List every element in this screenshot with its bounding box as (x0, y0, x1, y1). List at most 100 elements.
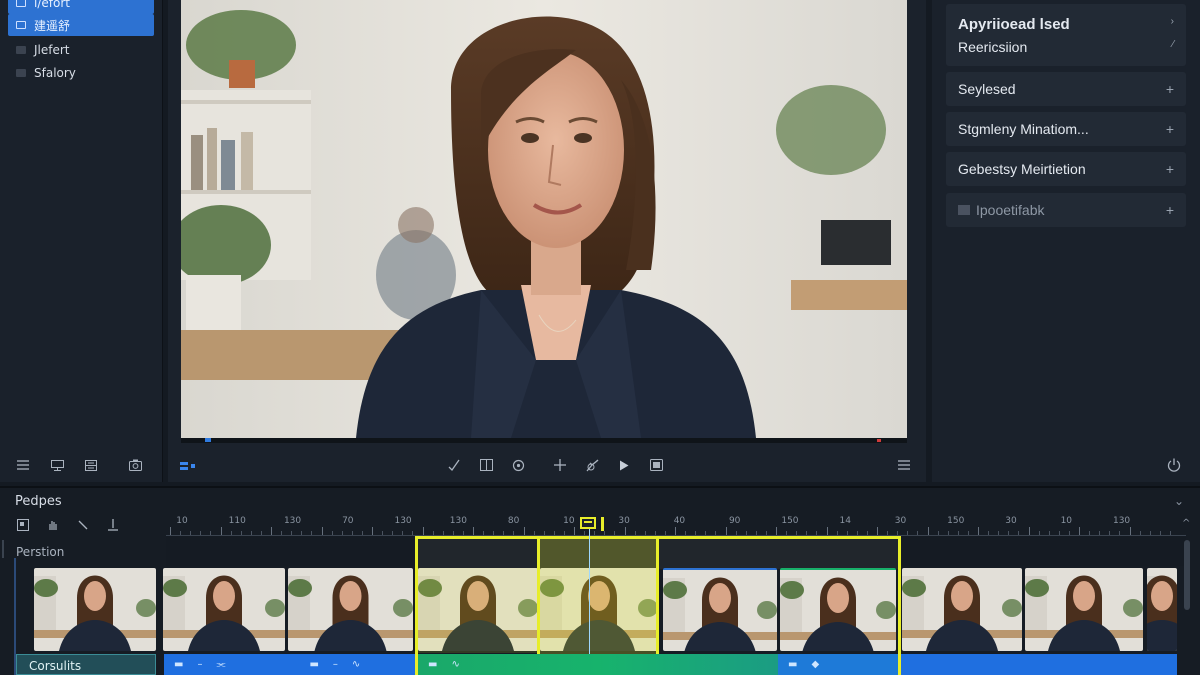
layer-icon (16, 0, 26, 7)
sidebar-item-3[interactable]: Jlefert (8, 39, 154, 61)
timeline-title: Pedpes (15, 494, 62, 509)
video-preview[interactable] (181, 0, 907, 438)
ruler-label: 130 (394, 516, 412, 526)
property-label: Ipooetifabk (976, 202, 1045, 218)
sidebar-item-label: Sfalory (34, 66, 76, 80)
property-row-1[interactable]: Seylesed + (946, 72, 1186, 106)
audio-clip-selected[interactable]: ▬ ∿ (418, 654, 778, 675)
loop-icon[interactable] (507, 456, 529, 474)
ruler-label: 130 (1112, 516, 1131, 526)
sidebar-item-4[interactable]: Sfalory (8, 62, 154, 84)
folder-icon (16, 69, 26, 77)
grid-icon[interactable] (80, 456, 102, 474)
sidebar-item-1[interactable]: l/efort (8, 0, 154, 14)
clip-thumbnail[interactable] (1025, 568, 1143, 651)
plus-icon[interactable]: + (1166, 202, 1174, 218)
menu-icon[interactable] (893, 456, 915, 474)
wave-icon: ∿ (451, 659, 460, 670)
ruler-label: 30 (894, 516, 907, 526)
ruler-label: 10 (1060, 516, 1073, 526)
property-label: Gebestsy Meirtietion (958, 161, 1086, 177)
audio-clip-3[interactable]: ▬ ◆ (778, 654, 898, 675)
clip-icon: – (332, 659, 338, 670)
clip-icon: ▬ (788, 659, 798, 670)
ruler-label: 110 (228, 516, 246, 526)
layout-toggle-icon[interactable] (180, 457, 202, 475)
ruler-label: 10 (563, 516, 575, 526)
timeline-scrollbar[interactable] (1184, 540, 1190, 610)
sidebar-item-label: 建遥舒 (34, 18, 71, 33)
playhead-marker[interactable] (205, 438, 211, 442)
clip-icon: – (197, 659, 203, 670)
crop-icon[interactable] (475, 456, 497, 474)
audio-clip-4[interactable] (901, 654, 1177, 675)
clip-icon: ▬ (309, 659, 319, 670)
monitor-icon[interactable] (46, 456, 68, 474)
sidebar-item-label: Jlefert (34, 43, 70, 57)
playback-controls (443, 456, 667, 474)
wave-icon: ∿ (351, 659, 361, 670)
trim-icon[interactable] (443, 456, 465, 474)
list-icon[interactable] (12, 456, 34, 474)
playhead-line[interactable] (589, 520, 590, 675)
ruler-label: 30 (618, 516, 630, 526)
camera-icon[interactable] (124, 456, 146, 474)
properties-header[interactable]: Apyriioead lsed › Reericsiion ⁄ (946, 4, 1186, 66)
effects-icon[interactable] (581, 456, 603, 474)
preview-scrubber[interactable] (181, 438, 907, 443)
timeline-ruler[interactable]: 10 110 130 70 130 130 80 10 30 40 90 150 14 30 150 30 10… (170, 510, 1180, 536)
marker-icon[interactable] (601, 517, 604, 531)
layer-icon (16, 21, 26, 29)
track-handle[interactable] (2, 540, 4, 558)
chevron-down-icon[interactable]: ⌄ (1174, 494, 1184, 508)
ruler-label: 10 (176, 516, 188, 526)
property-row-2[interactable]: Stgmleny Minatiom... + (946, 112, 1186, 146)
out-point-marker (877, 439, 881, 442)
clip-thumbnail[interactable] (34, 568, 156, 651)
preview-toolbar-left (180, 457, 202, 475)
folder-icon (16, 46, 26, 54)
ruler-label: 150 (947, 516, 965, 526)
play-icon[interactable] (613, 456, 635, 474)
clip-thumbnail[interactable] (288, 568, 413, 651)
property-label: Seylesed (958, 81, 1016, 97)
chevron-up-icon[interactable]: ^ (1182, 518, 1190, 529)
ruler-label: 130 (283, 516, 302, 526)
track-label: Perstion (16, 545, 65, 559)
clip-icon: ▬ (174, 659, 184, 670)
select-tool-icon[interactable] (12, 516, 34, 534)
property-row-4[interactable]: Ipooetifabk + (946, 193, 1186, 227)
clip-thumbnail[interactable] (1147, 568, 1177, 651)
clip-thumbnail[interactable] (163, 568, 285, 651)
fullscreen-icon[interactable] (645, 456, 667, 474)
ruler-label: 130 (449, 516, 467, 526)
razor-tool-icon[interactable] (72, 516, 94, 534)
power-icon[interactable] (1167, 457, 1181, 476)
audio-track-label-box[interactable]: Corsulits (16, 654, 156, 675)
plus-icon[interactable]: + (1166, 121, 1174, 137)
property-row-3[interactable]: Gebestsy Meirtietion + (946, 152, 1186, 186)
audio-clip-1[interactable]: ▬ – ⫘ ▬ – ∿ (164, 654, 415, 675)
properties-panel: Apyriioead lsed › Reericsiion ⁄ Seylesed… (932, 0, 1200, 482)
preview-toolbar-right (893, 456, 915, 474)
link-icon: ⫘ (216, 659, 226, 670)
sidebar-item-label: l/efort (34, 0, 70, 10)
expand-icon[interactable]: ⁄ (1172, 39, 1174, 55)
plus-icon[interactable]: + (1166, 81, 1174, 97)
ruler-label: 70 (342, 516, 354, 526)
selection-tint (415, 568, 539, 653)
clip-thumbnail[interactable] (902, 568, 1022, 651)
properties-subtitle: Reericsiion (958, 38, 1028, 55)
sidebar-item-2[interactable]: 建遥舒 (8, 14, 154, 36)
ruler-label: 80 (507, 516, 520, 526)
checkbox-icon[interactable] (958, 205, 970, 215)
playhead-handle[interactable] (580, 517, 596, 529)
clip-icon: ◆ (811, 659, 820, 670)
snap-tool-icon[interactable] (102, 516, 124, 534)
plus-icon[interactable]: + (1166, 161, 1174, 177)
property-label: Stgmleny Minatiom... (958, 121, 1089, 137)
chevron-right-icon[interactable]: › (1171, 16, 1174, 33)
left-panel: l/efort 建遥舒 Jlefert Sfalory (0, 0, 163, 482)
hand-tool-icon[interactable] (42, 516, 64, 534)
add-icon[interactable] (549, 456, 571, 474)
